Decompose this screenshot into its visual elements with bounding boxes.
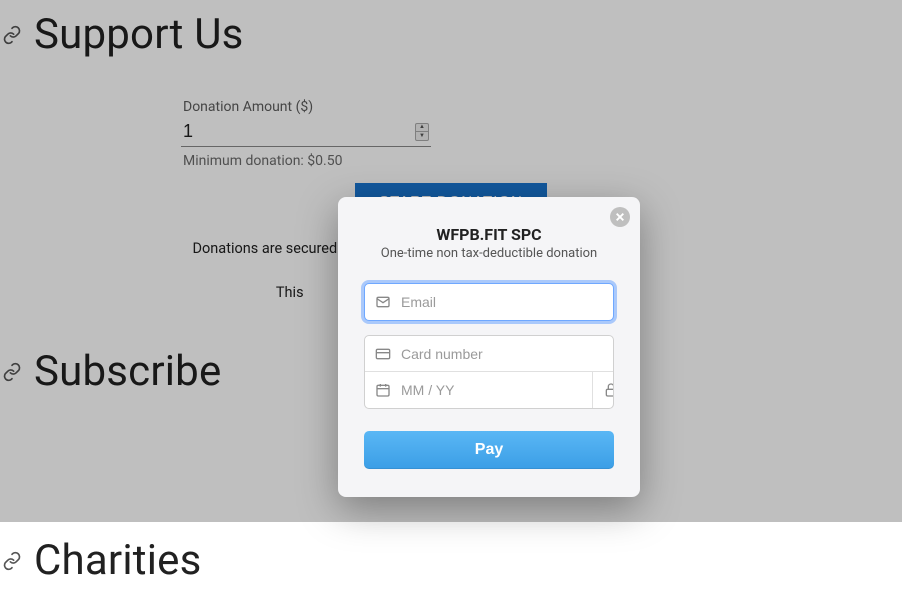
pay-button[interactable]: Pay — [364, 431, 614, 469]
lock-icon — [603, 382, 614, 398]
calendar-icon — [375, 382, 391, 398]
card-field-group — [364, 335, 614, 409]
modal-subtitle: One-time non tax-deductible donation — [364, 246, 614, 261]
email-field-group — [364, 283, 614, 321]
card-number-input[interactable] — [401, 346, 603, 362]
close-button[interactable] — [610, 207, 630, 227]
payment-modal: WFPB.FIT SPC One-time non tax-deductible… — [338, 197, 640, 497]
modal-title: WFPB.FIT SPC — [364, 225, 614, 244]
close-icon — [615, 212, 625, 222]
section-charities: Charities — [0, 526, 902, 595]
email-input[interactable] — [401, 294, 603, 310]
card-expiry-input[interactable] — [401, 382, 582, 398]
email-icon — [375, 294, 391, 310]
charities-heading: Charities — [34, 536, 201, 585]
link-icon — [2, 551, 22, 571]
card-icon — [375, 346, 391, 362]
